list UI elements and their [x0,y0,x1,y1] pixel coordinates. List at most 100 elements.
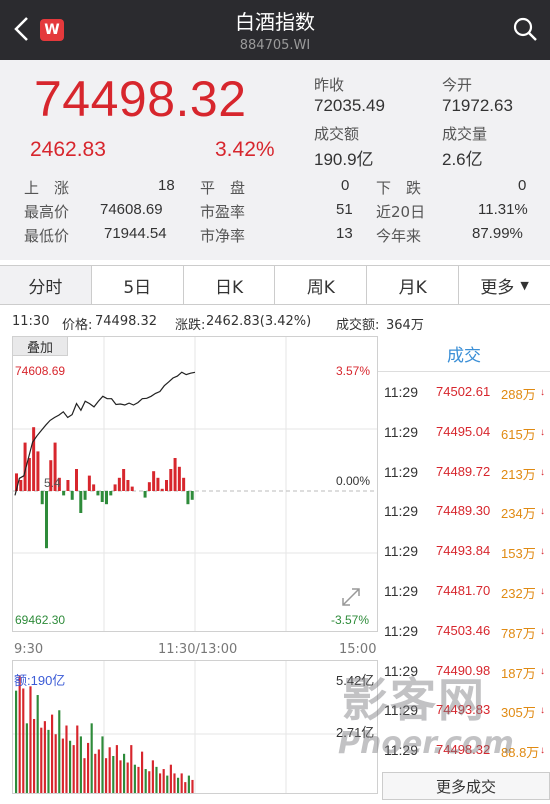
chart-top-price: 74608.69 [15,364,66,378]
volume-bar [90,723,93,793]
momentum-bar [66,480,70,491]
info-amount: 364万 [386,318,424,333]
trade-volume: 88.8万 [501,745,540,761]
open-label: 今开 [442,76,473,94]
info-change-label: 涨跌: [175,318,206,333]
momentum-bar [83,491,87,500]
trades-header[interactable]: 成交 [378,336,550,372]
momentum-bar [130,486,134,491]
trade-price: 74503.46 [436,622,491,638]
trade-time: 11:29 [384,503,418,520]
info-price: 74498.32 [95,314,158,329]
tab-daily-k[interactable]: 日K [184,266,276,304]
volume-bar [187,775,190,793]
momentum-bar [100,491,104,502]
volume-bar [159,773,162,793]
trade-volume: 153万 [501,546,536,562]
volume-bar [184,782,187,793]
down-arrow-icon: ↓ [540,665,545,677]
search-button[interactable] [512,16,538,42]
time-axis-start: 9:30 [14,642,44,657]
volume-bar [191,779,194,793]
volume-bar [22,688,25,793]
up-count-value: 18 [158,177,175,194]
down-arrow-icon: ↓ [540,466,545,478]
volume-bar [33,718,36,793]
price-line [14,371,196,496]
down-count-label: 下 跌 [376,179,422,197]
expand-icon [342,588,360,606]
intraday-chart[interactable] [12,336,378,632]
momentum-bar [186,491,190,505]
volume-bar [15,690,18,793]
trade-price: 74490.98 [436,662,491,678]
turnover-label: 成交额 [314,125,360,143]
expand-button[interactable] [340,586,362,608]
info-change: 2462.83(3.42%) [206,314,312,329]
volume-bar [173,773,176,793]
trade-row: 11:29 74495.04 615万 ↓ [378,421,550,443]
chart-mid-percent: 0.00% [336,474,371,488]
pb-label: 市净率 [200,227,246,245]
flat-count-value: 0 [341,177,350,194]
momentum-bar [190,491,194,500]
time-axis-mid: 11:30/13:00 [158,642,238,657]
ytd-label: 今年来 [376,227,422,245]
volume-bar [148,771,151,793]
quote-panel: 74498.32 2462.83 3.42% 昨收 72035.49 今开 71… [0,60,550,260]
open-value: 71972.63 [442,96,513,115]
trade-time: 11:29 [384,463,418,480]
momentum-bar [182,477,186,491]
momentum-bar [96,491,100,496]
trade-row: 11:29 74503.46 787万 ↓ [378,620,550,642]
trade-price: 74489.72 [436,463,491,479]
volume-bar [40,727,43,793]
price-change-percent: 3.42% [215,138,275,161]
trade-volume: 232万 [501,586,536,601]
volume-bar [51,714,54,793]
trade-price: 74489.30 [436,503,491,519]
momentum-bar [169,469,173,491]
volume-bar [54,734,57,793]
overlay-button[interactable]: 叠加 [12,336,68,356]
tab-intraday[interactable]: 分时 [0,266,92,304]
trade-time: 11:29 [384,742,418,759]
up-count-label: 上 涨 [24,179,70,197]
trade-price: 74498.32 [436,742,491,758]
stats-row: 最低价 71944.54 市净率 13 今年来 87.99% [0,225,550,249]
tab-weekly-k[interactable]: 周K [275,266,368,304]
volume-bar [115,745,118,793]
volume-bar [108,747,111,793]
momentum-bar [173,458,177,491]
momentum-bar [117,477,121,491]
tab-monthly-k[interactable]: 月K [367,266,460,304]
pe-value: 51 [336,201,353,218]
caret-down-icon: ▼ [520,278,529,292]
volume-bar [36,695,39,793]
volume-bar [94,753,97,793]
trade-time: 11:29 [384,543,418,560]
trade-volume: 187万 [501,665,536,681]
trade-row: 11:29 74489.72 213万 ↓ [378,461,550,483]
volume-bar [162,769,165,793]
momentum-bar [177,466,181,491]
price-chart-svg [13,337,377,631]
trade-volume: 213万 [501,466,536,482]
stats-row: 最高价 74608.69 市盈率 51 近20日 11.31% [0,201,550,225]
volume-bar [141,751,144,793]
stats-row: 上 涨 18 平 盘 0 下 跌 0 [0,177,550,201]
trade-volume: 234万 [501,506,536,522]
volume-amount-label: 额:190亿 [14,673,66,688]
momentum-bar [87,475,91,491]
down-arrow-icon: ↓ [540,586,545,597]
tab-5day[interactable]: 5日 [92,266,184,304]
more-trades-button[interactable]: 更多成交 [382,772,550,800]
momentum-bar [156,477,160,491]
trade-price: 74493.83 [436,702,491,718]
trade-price: 74493.84 [436,543,491,559]
volume-bar [25,723,28,793]
trade-time: 11:29 [384,622,418,639]
volume-bar [151,760,154,793]
tab-more[interactable]: 更多 ▼ [459,266,550,304]
momentum-bar [92,484,96,491]
